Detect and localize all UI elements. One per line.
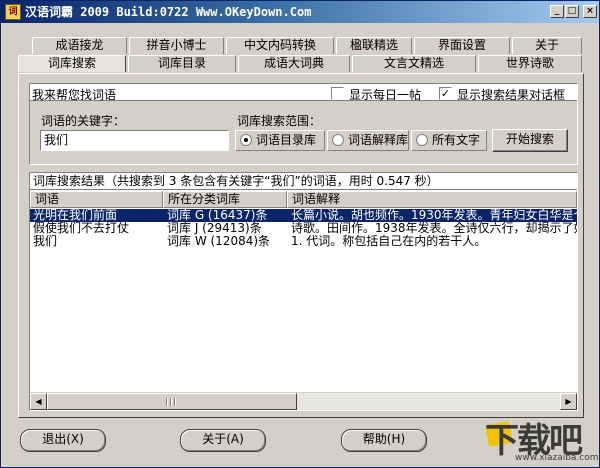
results-summary: 词库搜索结果（共搜索到 3 条包含有关键字“我们”的词语，用时 0.547 秒）: [30, 173, 577, 190]
app-icon: 词: [5, 4, 21, 20]
tab-strip: 成语接龙 拼音小博士 中文内码转换 楹联精选 界面设置 关于 词库搜索 词库目录…: [18, 37, 584, 73]
start-search-button[interactable]: 开始搜索: [492, 129, 568, 152]
search-group-title: 我来帮您找词语: [32, 88, 117, 102]
tab-lexicon-search[interactable]: 词库搜索: [18, 55, 126, 72]
cell-category: 词库 G (16437)条: [167, 209, 268, 222]
show-results-dialog-checkbox[interactable]: ✓: [439, 87, 452, 100]
tab-code-convert[interactable]: 中文内码转换: [226, 37, 334, 54]
watermark-logo: 下载吧 www.xiazaiba.com: [485, 413, 599, 465]
cell-word: 我们: [33, 235, 58, 248]
scrollbar-thumb[interactable]: [47, 393, 297, 410]
radio-unselected-icon: [416, 134, 428, 146]
scroll-left-icon[interactable]: ◀: [30, 393, 47, 410]
cell-explanation: 1. 代词。称包括自己在内的若干人。: [291, 235, 487, 248]
window-title: 汉语词霸 2009 Build:0722 Www.OKeyDown.Com: [25, 5, 312, 19]
scope-option-label: 词语解释库: [348, 133, 409, 147]
tab-idiom-chain[interactable]: 成语接龙: [32, 37, 127, 54]
cell-category: 词库 J (29413)条: [167, 222, 262, 235]
close-button[interactable]: ×: [583, 5, 597, 18]
about-button[interactable]: 关于(A): [180, 429, 266, 452]
table-row[interactable]: 假使我们不去打仗 词库 J (29413)条 诗歌。田间作。1938年发表。全诗…: [30, 222, 577, 235]
show-daily-checkbox[interactable]: [331, 87, 344, 100]
cell-explanation: 长篇小说。胡也频作。1930年发表。青年妇女白华是个: [291, 209, 577, 222]
cell-word: 光明在我们前面: [33, 209, 118, 222]
column-header-explanation[interactable]: 词语解释: [287, 191, 577, 208]
scope-option-label: 所有文字: [432, 133, 481, 147]
check-mark-icon: ✓: [440, 87, 451, 100]
cell-word: 假使我们不去打仗: [33, 222, 130, 235]
tab-about[interactable]: 关于: [512, 37, 582, 54]
keyword-input[interactable]: 我们: [40, 130, 229, 151]
tab-world-poetry[interactable]: 世界诗歌: [478, 55, 582, 72]
grip-icon: [166, 398, 178, 406]
scope-option-explanation[interactable]: 词语解释库: [327, 130, 409, 151]
column-header-word[interactable]: 词语: [30, 191, 163, 208]
column-header-category[interactable]: 所在分类词库: [163, 191, 287, 208]
show-results-dialog-label[interactable]: 显示搜索结果对话框: [457, 86, 565, 103]
scope-option-label: 词语目录库: [256, 133, 317, 147]
show-daily-label[interactable]: 显示每日一帖: [349, 86, 421, 103]
tab-couplets[interactable]: 楹联精选: [336, 37, 412, 54]
title-bar[interactable]: 词 汉语词霸 2009 Build:0722 Www.OKeyDown.Com …: [1, 1, 599, 23]
scroll-right-icon[interactable]: ▶: [560, 393, 577, 410]
cell-explanation: 诗歌。田间作。1938年发表。全诗仅六行，却揭示了如: [291, 222, 577, 235]
results-list: 光明在我们前面 词库 G (16437)条 长篇小说。胡也频作。1930年发表。…: [30, 209, 577, 248]
scope-option-catalog[interactable]: 词语目录库: [235, 130, 325, 151]
watermark-url: www.xiazaiba.com: [515, 453, 599, 463]
table-row[interactable]: 我们 词库 W (12084)条 1. 代词。称包括自己在内的若干人。: [30, 235, 577, 248]
app-window: 词 汉语词霸 2009 Build:0722 Www.OKeyDown.Com …: [0, 0, 600, 468]
tab-ui-settings[interactable]: 界面设置: [414, 37, 510, 54]
keyword-label: 词语的关键字：: [41, 114, 126, 128]
help-button[interactable]: 帮助(H): [341, 429, 427, 452]
scope-label: 词库搜索范围：: [237, 114, 322, 128]
results-column-headers: 词语 所在分类词库 词语解释: [30, 191, 577, 208]
scope-option-all-text[interactable]: 所有文字: [411, 130, 487, 151]
results-panel: 词库搜索结果（共搜索到 3 条包含有关键字“我们”的词语，用时 0.547 秒）…: [29, 172, 578, 411]
tab-pinyin-doctor[interactable]: 拼音小博士: [129, 37, 224, 54]
tab-classical-prose[interactable]: 文言文精选: [352, 55, 476, 72]
radio-unselected-icon: [332, 134, 344, 146]
tab-idiom-dictionary[interactable]: 成语大词典: [238, 55, 350, 72]
table-row[interactable]: 光明在我们前面 词库 G (16437)条 长篇小说。胡也频作。1930年发表。…: [30, 209, 577, 222]
tab-lexicon-catalog[interactable]: 词库目录: [128, 55, 236, 72]
cell-category: 词库 W (12084)条: [167, 235, 271, 248]
exit-button[interactable]: 退出(X): [20, 429, 106, 452]
radio-selected-icon: [240, 134, 252, 146]
horizontal-scrollbar[interactable]: ◀ ▶: [30, 392, 577, 410]
minimize-button[interactable]: _: [550, 5, 564, 18]
maximize-button[interactable]: □: [565, 5, 579, 18]
